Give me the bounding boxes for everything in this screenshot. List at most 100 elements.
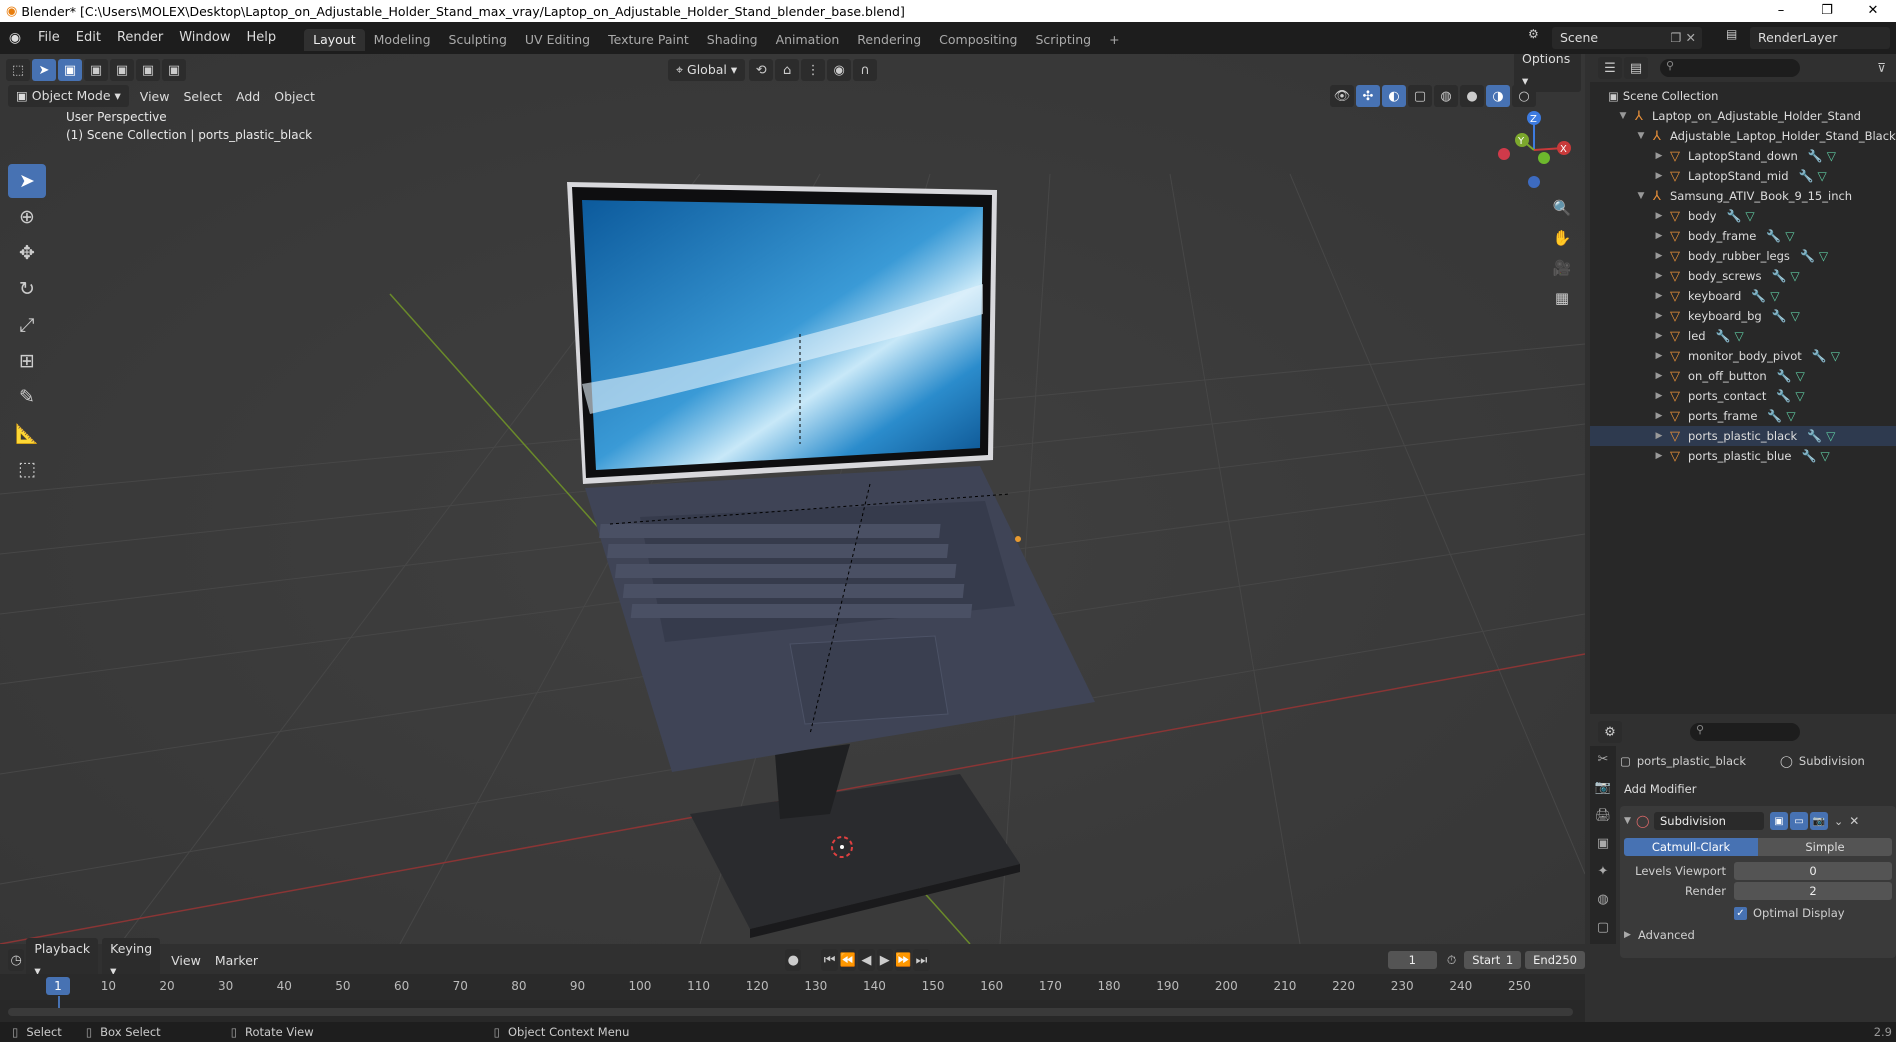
scale-tool-icon[interactable]: ⤢	[8, 308, 46, 342]
viewport-toggle-icon[interactable]: ▭	[1790, 812, 1808, 830]
modifier-wrench-icon[interactable]: 🔧 ▽	[1716, 329, 1744, 343]
timeline-view-menu[interactable]: View	[164, 953, 208, 968]
catmull-clark-button[interactable]: Catmull-Clark	[1624, 838, 1758, 856]
play-icon[interactable]: ▶	[876, 949, 893, 971]
menu-window[interactable]: Window	[171, 22, 238, 54]
wireframe-shading-icon[interactable]: ◍	[1434, 85, 1458, 107]
mesh-data-icon[interactable]: ▽	[1770, 289, 1779, 303]
outliner-editor-icon[interactable]: ☰	[1598, 57, 1622, 79]
tab-layout[interactable]: Layout	[304, 29, 365, 51]
outliner-item-body-screws[interactable]: ▶ ▽ body_screws 🔧 ▽	[1590, 266, 1896, 286]
timeline-editor-icon[interactable]: ◷	[8, 949, 25, 971]
scene-selector[interactable]: Scene ❐ ✕	[1552, 27, 1702, 49]
optimal-display-checkbox[interactable]: ✓	[1734, 906, 1747, 920]
add-workspace-icon[interactable]: +	[1100, 29, 1128, 51]
select-intersect-icon[interactable]: ▣	[162, 59, 186, 81]
select-extend-icon[interactable]: ▣	[84, 59, 108, 81]
modifier-wrench-icon[interactable]: 🔧 ▽	[1807, 429, 1835, 443]
rendered-shading-icon[interactable]: ○	[1512, 85, 1536, 107]
scene-collection-row[interactable]: ▣ Scene Collection	[1590, 86, 1896, 106]
maximize-button[interactable]: ❐	[1804, 0, 1850, 22]
transform-tool-icon[interactable]: ⊞	[8, 344, 46, 378]
render-toggle-icon[interactable]: 📷	[1810, 812, 1828, 830]
outliner-item-samsung-ativ-book-9-15-inch[interactable]: ▼ ⅄ Samsung_ATIV_Book_9_15_inch	[1590, 186, 1896, 206]
mesh-data-icon[interactable]: ▽	[1817, 169, 1826, 183]
modifier-wrench-icon[interactable]: 🔧 ▽	[1771, 269, 1799, 283]
expand-arrow-icon[interactable]: ▶	[1652, 171, 1666, 181]
snap-target-icon[interactable]: ⋮	[801, 59, 826, 81]
perspective-toggle-icon[interactable]: ▦	[1548, 284, 1576, 312]
select-tool-icon[interactable]: ➤	[32, 59, 56, 81]
tab-modeling[interactable]: Modeling	[365, 29, 440, 51]
expand-arrow-icon[interactable]: ▼	[1634, 191, 1648, 201]
transform-orientation-dropdown[interactable]: ⌖ Global ▾	[668, 59, 746, 81]
outliner-item-keyboard[interactable]: ▶ ▽ keyboard 🔧 ▽	[1590, 286, 1896, 306]
expand-arrow-icon[interactable]: ▶	[1652, 331, 1666, 341]
expand-arrow-icon[interactable]: ▶	[1652, 211, 1666, 221]
snap-icon[interactable]: ⌂	[775, 59, 800, 81]
display-mode-icon[interactable]: ▤	[1624, 57, 1648, 79]
tab-uv-editing[interactable]: UV Editing	[516, 29, 599, 51]
end-frame-field[interactable]: End 250	[1525, 951, 1585, 969]
rotate-tool-icon[interactable]: ↻	[8, 272, 46, 306]
object-tab-icon[interactable]: ▢	[1590, 914, 1616, 942]
expand-arrow-icon[interactable]: ▶	[1652, 431, 1666, 441]
modifier-wrench-icon[interactable]: 🔧 ▽	[1772, 309, 1800, 323]
outliner-item-laptopstand-down[interactable]: ▶ ▽ LaptopStand_down 🔧 ▽	[1590, 146, 1896, 166]
menu-file[interactable]: File	[30, 22, 68, 54]
outliner-item-laptop-on-adjustable-holder-stand[interactable]: ▼ ⅄ Laptop_on_Adjustable_Holder_Stand	[1590, 106, 1896, 126]
mesh-data-icon[interactable]: ▽	[1735, 329, 1744, 343]
menu-select[interactable]: Select	[176, 89, 229, 104]
expand-arrow-icon[interactable]: ▶	[1652, 351, 1666, 361]
cursor-tool-icon[interactable]: ⊕	[8, 200, 46, 234]
select-new-icon[interactable]: ▣	[58, 59, 82, 81]
marker-menu[interactable]: Marker	[208, 953, 265, 968]
mesh-data-icon[interactable]: ▽	[1827, 149, 1836, 163]
frame-ruler[interactable]: 1 10 20 30 40 50 60 70 80 90 100 110 120 130 140 150 160…	[0, 974, 1585, 1016]
expand-arrow-icon[interactable]: ▶	[1652, 391, 1666, 401]
outliner-item-ports-plastic-blue[interactable]: ▶ ▽ ports_plastic_blue 🔧 ▽	[1590, 446, 1896, 466]
proportional-edit-icon[interactable]: ◉	[827, 59, 852, 81]
outliner-item-ports-contact[interactable]: ▶ ▽ ports_contact 🔧 ▽	[1590, 386, 1896, 406]
remove-modifier-icon[interactable]: ✕	[1849, 814, 1859, 828]
annotate-tool-icon[interactable]: ✎	[8, 380, 46, 414]
auto-keying-icon[interactable]: ●	[785, 949, 802, 971]
outliner-item-body[interactable]: ▶ ▽ body 🔧 ▽	[1590, 206, 1896, 226]
expand-arrow-icon[interactable]: ▶	[1652, 271, 1666, 281]
render-levels-field[interactable]: 2	[1734, 882, 1892, 900]
tab-rendering[interactable]: Rendering	[848, 29, 930, 51]
expand-arrow-icon[interactable]: ▶	[1652, 411, 1666, 421]
tab-scripting[interactable]: Scripting	[1027, 29, 1101, 51]
tab-sculpting[interactable]: Sculpting	[440, 29, 516, 51]
solid-shading-icon[interactable]: ●	[1460, 85, 1484, 107]
outliner-search-input[interactable]: ⚲	[1660, 59, 1800, 77]
tab-animation[interactable]: Animation	[767, 29, 849, 51]
expand-arrow-icon[interactable]: ▶	[1652, 451, 1666, 461]
modifier-wrench-icon[interactable]: 🔧 ▽	[1751, 289, 1779, 303]
output-tab-icon[interactable]: 🖨	[1590, 802, 1616, 830]
outliner-item-ports-plastic-black[interactable]: ▶ ▽ ports_plastic_black 🔧 ▽	[1590, 426, 1896, 446]
outliner-item-monitor-body-pivot[interactable]: ▶ ▽ monitor_body_pivot 🔧 ▽	[1590, 346, 1896, 366]
view-layer-tab-icon[interactable]: ▣	[1590, 830, 1616, 858]
modifier-wrench-icon[interactable]: 🔧 ▽	[1767, 409, 1795, 423]
modifier-menu-icon[interactable]: ⌄	[1834, 815, 1843, 828]
3d-viewport[interactable]: ⬚ ➤ ▣ ▣ ▣ ▣ ▣ ⌖ Global ▾ ⟲ ⌂ ⋮ ◉ ∩ Optio…	[0, 54, 1585, 944]
outliner-item-keyboard-bg[interactable]: ▶ ▽ keyboard_bg 🔧 ▽	[1590, 306, 1896, 326]
mesh-data-icon[interactable]: ▽	[1819, 249, 1828, 263]
close-button[interactable]: ✕	[1850, 0, 1896, 22]
play-reverse-icon[interactable]: ◀	[858, 949, 875, 971]
modifier-wrench-icon[interactable]: 🔧 ▽	[1799, 169, 1827, 183]
menu-edit[interactable]: Edit	[68, 22, 109, 54]
select-invert-icon[interactable]: ▣	[136, 59, 160, 81]
render-layer-icon[interactable]: ▤	[1726, 27, 1737, 41]
menu-render[interactable]: Render	[109, 22, 171, 54]
falloff-icon[interactable]: ∩	[853, 59, 878, 81]
visibility-icon[interactable]: 👁	[1330, 85, 1354, 107]
expand-arrow-icon[interactable]: ▶	[1652, 251, 1666, 261]
modifier-wrench-icon[interactable]: 🔧 ▽	[1777, 369, 1805, 383]
pivot-icon[interactable]: ⟲	[749, 59, 774, 81]
outliner-item-led[interactable]: ▶ ▽ led 🔧 ▽	[1590, 326, 1896, 346]
levels-viewport-field[interactable]: 0	[1734, 862, 1892, 880]
pan-hand-icon[interactable]: ✋	[1548, 224, 1576, 252]
gizmo-toggle-icon[interactable]: ✣	[1356, 85, 1380, 107]
